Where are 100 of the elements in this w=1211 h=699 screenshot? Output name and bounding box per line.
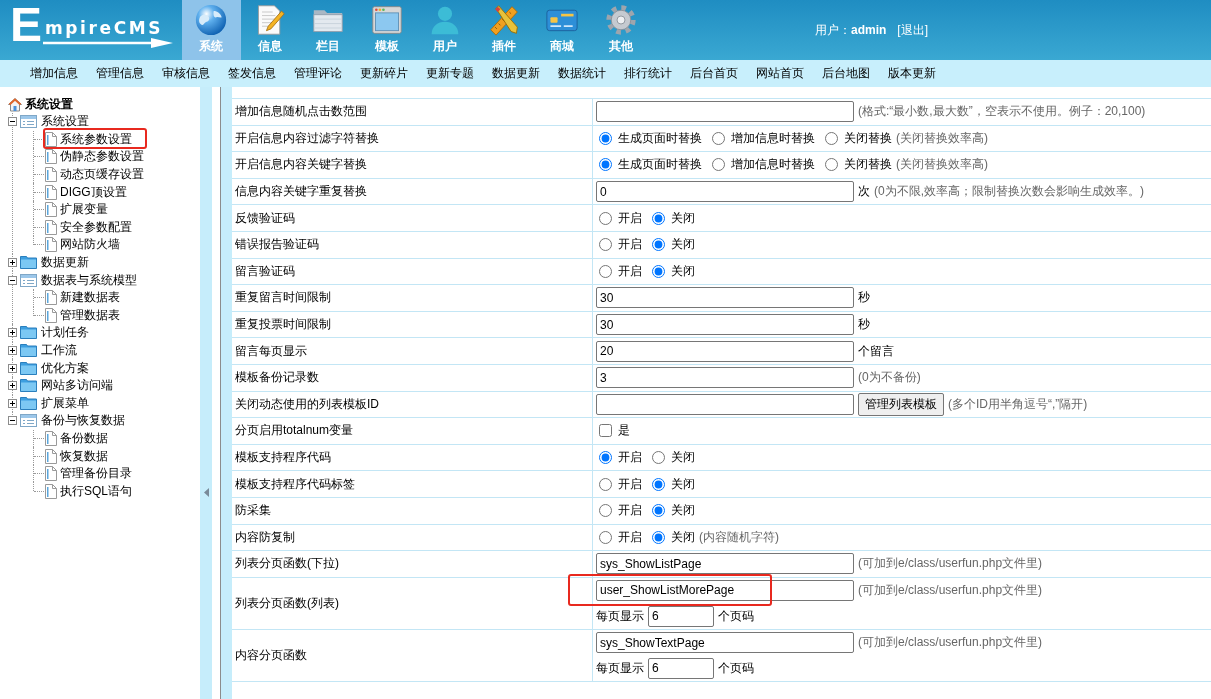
tree-item[interactable]: 数据更新 — [41, 254, 89, 272]
tree-item[interactable]: 系统参数设置 — [60, 130, 132, 148]
checkbox-label[interactable]: 是 — [618, 422, 630, 440]
checkbox[interactable] — [599, 424, 612, 438]
tree-item[interactable]: DIGG顶设置 — [60, 183, 127, 201]
radio-button[interactable] — [599, 238, 612, 252]
radio-button[interactable] — [712, 131, 725, 145]
text-input[interactable]: 0 — [596, 181, 854, 203]
subnav-link[interactable]: 签发信息 — [228, 65, 276, 82]
plus-box-icon[interactable] — [8, 381, 17, 391]
subnav-link[interactable]: 后台首页 — [690, 65, 738, 82]
tree-item[interactable]: 新建数据表 — [60, 289, 120, 307]
radio-label[interactable]: 生成页面时替换 — [618, 156, 702, 174]
radio-label[interactable]: 开启 — [618, 475, 642, 493]
radio-button[interactable] — [599, 504, 612, 518]
tree-item[interactable]: 扩展变量 — [60, 201, 108, 219]
text-input[interactable]: 3 — [596, 367, 854, 389]
text-input[interactable]: sys_ShowListPage — [596, 553, 854, 575]
subnav-link[interactable]: 更新专题 — [426, 65, 474, 82]
tree-item[interactable]: 数据表与系统模型 — [41, 271, 137, 289]
subnav-link[interactable]: 版本更新 — [888, 65, 936, 82]
subnav-link[interactable]: 数据统计 — [558, 65, 606, 82]
tree-item[interactable]: 备份数据 — [60, 430, 108, 447]
radio-button[interactable] — [652, 264, 665, 278]
subnav-link[interactable]: 增加信息 — [30, 65, 78, 82]
tree-item[interactable]: 工作流 — [41, 342, 77, 359]
radio-button[interactable] — [599, 530, 612, 544]
radio-label[interactable]: 开启 — [618, 449, 642, 466]
text-input[interactable] — [596, 101, 854, 123]
radio-label[interactable]: 开启 — [618, 528, 642, 546]
radio-button[interactable] — [599, 264, 612, 278]
tree-item[interactable]: 计划任务 — [41, 324, 89, 342]
radio-button[interactable] — [599, 451, 612, 464]
text-input[interactable]: 30 — [596, 314, 854, 336]
radio-button[interactable] — [652, 451, 665, 464]
radio-label[interactable]: 开启 — [618, 502, 642, 520]
radio-label[interactable]: 关闭替换 — [844, 156, 892, 174]
radio-label[interactable]: 生成页面时替换 — [618, 129, 702, 147]
radio-label[interactable]: 关闭 — [671, 209, 695, 227]
radio-label[interactable]: 关闭 — [671, 449, 695, 466]
radio-label[interactable]: 开启 — [618, 209, 642, 227]
radio-button[interactable] — [652, 238, 665, 252]
text-input[interactable] — [596, 393, 854, 415]
radio-label[interactable]: 开启 — [618, 262, 642, 280]
radio-label[interactable]: 关闭 — [671, 528, 695, 546]
radio-label[interactable]: 关闭 — [671, 475, 695, 493]
radio-button[interactable] — [599, 158, 612, 172]
plus-box-icon[interactable] — [8, 363, 17, 373]
text-input[interactable]: 6 — [648, 605, 714, 627]
text-input[interactable]: sys_ShowTextPage — [596, 632, 854, 654]
radio-button[interactable] — [599, 211, 612, 225]
radio-label[interactable]: 增加信息时替换 — [731, 129, 815, 147]
subnav-link[interactable]: 排行统计 — [624, 65, 672, 82]
tree-item[interactable]: 伪静态参数设置 — [60, 148, 144, 166]
subnav-link[interactable]: 审核信息 — [162, 65, 210, 82]
subnav-link[interactable]: 网站首页 — [756, 65, 804, 82]
text-input[interactable]: 30 — [596, 287, 854, 309]
subnav-link[interactable]: 更新碎片 — [360, 65, 408, 82]
subnav-link[interactable]: 管理信息 — [96, 65, 144, 82]
plus-box-icon[interactable] — [8, 346, 17, 355]
radio-button[interactable] — [599, 477, 612, 491]
plus-box-icon[interactable] — [8, 328, 17, 338]
text-input[interactable]: 20 — [596, 340, 854, 362]
tree-item[interactable]: 执行SQL语句 — [60, 482, 132, 500]
left-triangle-icon[interactable] — [203, 488, 209, 497]
text-input[interactable]: user_ShowListMorePage — [596, 580, 854, 601]
radio-label[interactable]: 关闭 — [671, 262, 695, 280]
radio-button[interactable] — [825, 158, 838, 172]
radio-button[interactable] — [652, 477, 665, 491]
tree-item[interactable]: 管理备份目录 — [60, 465, 132, 483]
tree-item[interactable]: 安全参数配置 — [60, 218, 132, 236]
radio-label[interactable]: 关闭替换 — [844, 129, 892, 147]
radio-label[interactable]: 关闭 — [671, 236, 695, 254]
subnav-link[interactable]: 后台地图 — [822, 65, 870, 82]
tree-item[interactable]: 备份与恢复数据 — [41, 412, 125, 430]
radio-button[interactable] — [712, 158, 725, 172]
action-button[interactable]: 管理列表模板 — [858, 392, 944, 416]
tree-item[interactable]: 恢复数据 — [60, 447, 108, 465]
minus-box-icon[interactable] — [8, 117, 17, 127]
radio-label[interactable]: 关闭 — [671, 502, 695, 520]
minus-box-icon[interactable] — [8, 275, 17, 285]
tree-root-label[interactable]: 系统设置 — [25, 95, 73, 113]
tree-item[interactable]: 网站防火墙 — [60, 236, 120, 254]
tree-item[interactable]: 系统设置 — [41, 113, 89, 131]
radio-button[interactable] — [825, 131, 838, 145]
text-input[interactable]: 6 — [648, 657, 714, 679]
radio-button[interactable] — [599, 131, 612, 145]
tree-item[interactable]: 优化方案 — [41, 359, 89, 377]
minus-box-icon[interactable] — [8, 416, 17, 426]
tree-item[interactable]: 扩展菜单 — [41, 394, 89, 412]
tree-item[interactable]: 网站多访问端 — [41, 377, 113, 395]
tree-item[interactable]: 管理数据表 — [60, 306, 120, 324]
tree-item[interactable]: 动态页缓存设置 — [60, 166, 144, 184]
subnav-link[interactable]: 数据更新 — [492, 65, 540, 82]
radio-button[interactable] — [652, 504, 665, 518]
plus-box-icon[interactable] — [8, 398, 17, 408]
plus-box-icon[interactable] — [8, 258, 17, 268]
subnav-link[interactable]: 管理评论 — [294, 65, 342, 82]
radio-button[interactable] — [652, 211, 665, 225]
radio-label[interactable]: 增加信息时替换 — [731, 156, 815, 174]
